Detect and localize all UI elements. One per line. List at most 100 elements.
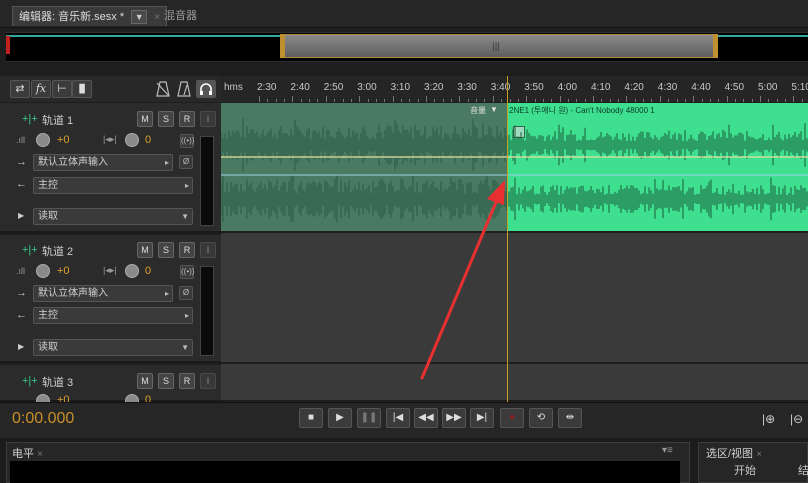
skip-back-icon[interactable]: |◀ (386, 408, 410, 428)
record-arm-button[interactable]: R (179, 242, 195, 258)
swap-icon[interactable]: ⇄ (10, 80, 30, 98)
overview-left-handle[interactable] (280, 34, 285, 58)
zoom-out-time-icon[interactable]: |⊖ (790, 412, 803, 426)
skip-forward-icon[interactable]: ▶| (470, 408, 494, 428)
mute-button[interactable]: M (137, 111, 153, 127)
ruler-minor-tick (501, 99, 503, 102)
ruler-minor-tick (768, 99, 770, 102)
ruler-minor-tick (709, 99, 711, 102)
output-select[interactable]: 主控 ▸ (33, 307, 193, 324)
ruler-tick (726, 96, 728, 102)
headphones-icon[interactable] (196, 80, 216, 98)
tab-mixer[interactable]: 混音器 (158, 6, 203, 26)
timecode-display[interactable]: 0:00.000 (12, 410, 74, 428)
tab-editor[interactable]: 编辑器: 音乐新.sesx * ▼ × (12, 6, 168, 26)
record-arm-button[interactable]: R (179, 373, 195, 389)
playhead[interactable] (507, 76, 508, 402)
fast-forward-icon[interactable]: ▶▶ (442, 408, 466, 428)
pan-value[interactable]: 0 (145, 134, 151, 146)
volume-value[interactable]: +0 (57, 265, 70, 277)
pan-value[interactable]: 0 (145, 265, 151, 277)
output-select[interactable]: 主控 ▸ (33, 177, 193, 194)
chevron-right-icon: ▸ (184, 311, 189, 320)
ruler-minor-tick (350, 99, 352, 102)
ruler-minor-tick (785, 99, 787, 102)
ruler-minor-tick (476, 99, 478, 102)
fx-button[interactable]: fx (31, 80, 51, 98)
ruler-tick-label: 3:10 (390, 82, 411, 93)
volume-icon: .ıll (16, 135, 25, 145)
chevron-right-icon: ▸ (164, 289, 169, 298)
panel-menu-icon[interactable]: ▾≡ (662, 445, 673, 456)
solo-button[interactable]: S (158, 242, 174, 258)
ruler-minor-tick (801, 99, 803, 102)
ruler-minor-tick (609, 99, 611, 102)
input-select[interactable]: 默认立体声输入 ▸ (33, 285, 173, 302)
skip-selection-icon[interactable]: ⇹ (558, 408, 582, 428)
loop-icon[interactable]: ⟲ (529, 408, 553, 428)
stereo-icon[interactable]: ((•)) (180, 265, 194, 279)
eq-icon[interactable]: ▐▌ (72, 80, 92, 98)
ruler-minor-tick (267, 99, 269, 102)
pan-knob[interactable] (125, 133, 139, 147)
tab-dropdown-icon[interactable]: ▼ (131, 10, 148, 25)
automation-mode-select[interactable]: 读取 ▼ (33, 339, 193, 356)
play-icon[interactable]: ▶ (328, 408, 352, 428)
fx-power-icon[interactable]: Ø (179, 155, 193, 169)
rewind-icon[interactable]: ◀◀ (414, 408, 438, 428)
input-monitor-button[interactable]: I (200, 373, 216, 389)
level-meter (200, 136, 214, 226)
record-icon[interactable]: ● (500, 408, 524, 428)
sends-icon[interactable]: ⊢ (52, 80, 72, 98)
automation-mode-select[interactable]: 读取 ▼ (33, 208, 193, 225)
fx-power-icon[interactable]: Ø (179, 286, 193, 300)
overview-marker (6, 36, 10, 54)
track-lane-2[interactable] (221, 233, 808, 362)
record-arm-button[interactable]: R (179, 111, 195, 127)
ruler-tick-label: 2:30 (257, 82, 277, 93)
track-name[interactable]: 轨道 3 (42, 374, 73, 390)
overview-right-handle[interactable] (713, 34, 718, 58)
track-name[interactable]: 轨道 1 (42, 112, 73, 128)
input-monitor-button[interactable]: I (200, 111, 216, 127)
ruler-minor-tick (342, 99, 344, 102)
ruler-minor-tick (684, 99, 686, 102)
expand-icon[interactable]: ▶ (18, 211, 24, 220)
pause-icon[interactable]: ❚❚ (357, 408, 381, 428)
ruler-minor-tick (668, 99, 670, 102)
ruler-minor-tick (417, 99, 419, 102)
mute-button[interactable]: M (137, 373, 153, 389)
ruler-tick (593, 96, 594, 102)
ruler-minor-tick (334, 99, 336, 102)
track-name[interactable]: 轨道 2 (42, 243, 73, 259)
zoom-in-time-icon[interactable]: |⊕ (762, 412, 775, 426)
mute-button[interactable]: M (137, 242, 153, 258)
metronome-icon[interactable] (176, 80, 192, 98)
ruler-minor-tick (309, 99, 311, 102)
volume-knob[interactable] (36, 133, 50, 147)
stereo-icon[interactable]: ((•)) (180, 134, 194, 148)
volume-knob[interactable] (36, 264, 50, 278)
solo-button[interactable]: S (158, 373, 174, 389)
chevron-down-icon: ▼ (181, 212, 189, 221)
ruler-tick-label: 4:10 (591, 82, 611, 93)
input-monitor-button[interactable]: I (200, 242, 216, 258)
ruler-tick-label: 3:00 (357, 82, 377, 93)
track-lane-3[interactable] (221, 364, 808, 400)
ruler-minor-tick (567, 99, 569, 102)
volume-value[interactable]: +0 (57, 134, 70, 146)
close-icon[interactable]: × (756, 449, 762, 460)
stop-icon[interactable]: ■ (299, 408, 323, 428)
overview-grip-icon[interactable]: ||| (490, 42, 502, 51)
expand-icon[interactable]: ▶ (18, 342, 24, 351)
selection-panel-tab[interactable]: 选区/视图 × (706, 445, 762, 461)
ruler-tick (526, 96, 528, 102)
level-panel-tab[interactable]: 电平 × (12, 445, 43, 461)
solo-button[interactable]: S (158, 111, 174, 127)
close-icon[interactable]: × (37, 449, 43, 460)
level-tab-label: 电平 (12, 448, 34, 460)
metronome-off-icon[interactable] (155, 80, 171, 98)
input-select[interactable]: 默认立体声输入 ▸ (33, 154, 173, 171)
ruler-tick (426, 96, 427, 102)
pan-knob[interactable] (125, 264, 139, 278)
